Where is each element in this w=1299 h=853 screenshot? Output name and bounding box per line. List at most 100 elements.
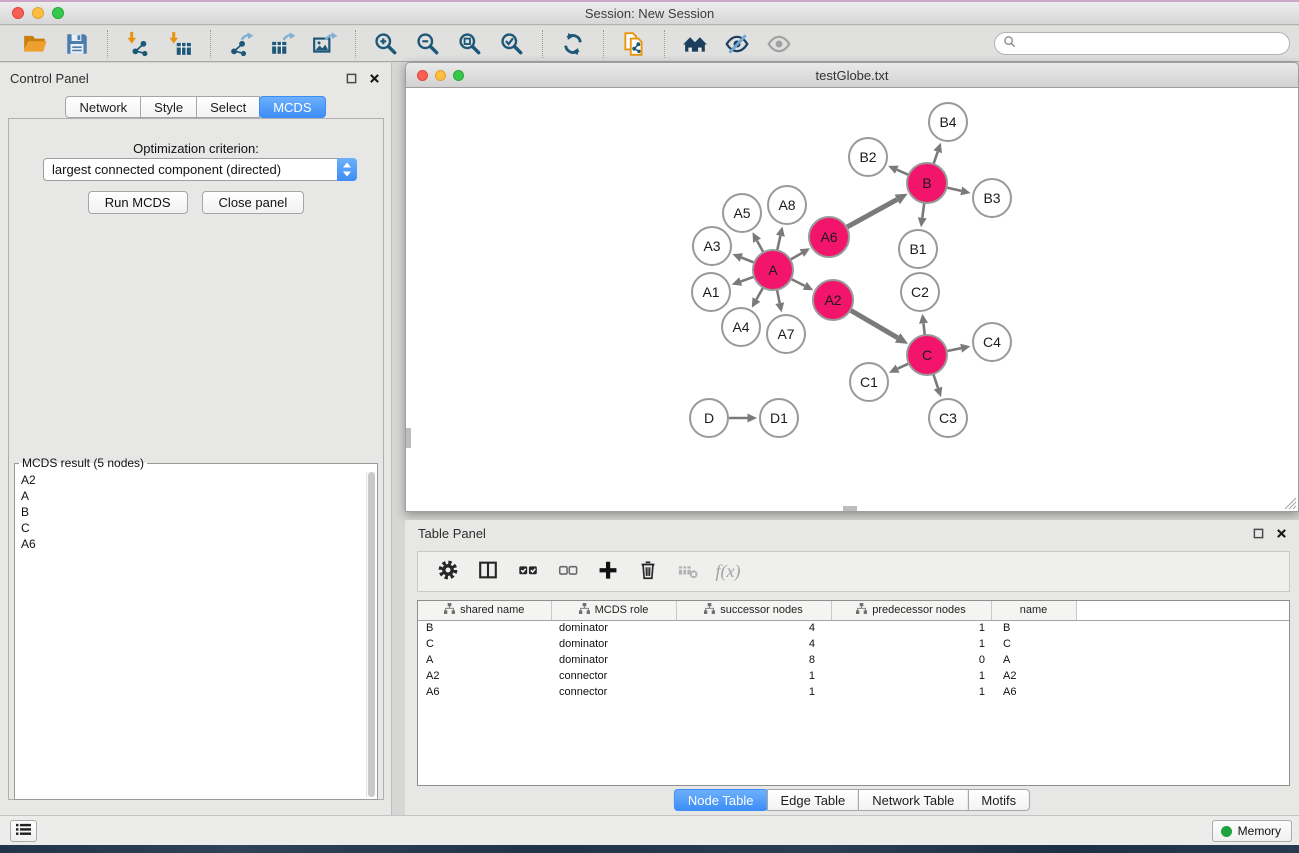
table-panel-float-button[interactable] xyxy=(1252,527,1265,540)
tab-edge-table[interactable]: Edge Table xyxy=(766,789,859,811)
select-all-button[interactable] xyxy=(513,557,543,587)
graph-edge-A-A3[interactable] xyxy=(741,258,754,263)
table-row[interactable]: A2connector11A2 xyxy=(418,668,1289,684)
result-scrollbar[interactable] xyxy=(366,472,375,797)
show-all-button[interactable] xyxy=(763,29,795,59)
graph-node-D1[interactable]: D1 xyxy=(760,399,798,437)
window-resize-grip[interactable] xyxy=(1282,495,1297,510)
graph-node-B[interactable]: B xyxy=(907,163,947,203)
import-network-button[interactable] xyxy=(122,29,154,59)
canvas-vscroll-thumb[interactable] xyxy=(406,428,411,448)
graph-node-C4[interactable]: C4 xyxy=(973,323,1011,361)
create-column-button[interactable] xyxy=(593,557,623,587)
graph-node-C1[interactable]: C1 xyxy=(850,363,888,401)
graph-edge-C-C4[interactable] xyxy=(947,348,962,351)
mcds-result-item[interactable]: A xyxy=(17,488,365,504)
column-organizer-button[interactable] xyxy=(473,557,503,587)
column-header-shared-name[interactable]: shared name xyxy=(418,601,551,620)
graph-node-A2[interactable]: A2 xyxy=(813,280,853,320)
task-history-button[interactable] xyxy=(10,820,37,842)
graph-edge-A-A5[interactable] xyxy=(757,241,763,253)
mcds-result-item[interactable]: B xyxy=(17,504,365,520)
graph-node-D[interactable]: D xyxy=(690,399,728,437)
memory-button[interactable]: Memory xyxy=(1212,820,1292,842)
mcds-result-item[interactable]: C xyxy=(17,520,365,536)
graph-node-A4[interactable]: A4 xyxy=(722,308,760,346)
graph-edge-C-C3[interactable] xyxy=(933,374,938,388)
graph-edge-A-A1[interactable] xyxy=(741,277,755,282)
column-header-MCDS-role[interactable]: MCDS role xyxy=(551,601,676,620)
close-panel-button[interactable]: Close panel xyxy=(202,191,305,214)
graph-node-B3[interactable]: B3 xyxy=(973,179,1011,217)
first-neighbors-button[interactable] xyxy=(679,29,711,59)
deselect-all-button[interactable] xyxy=(553,557,583,587)
graph-node-A1[interactable]: A1 xyxy=(692,273,730,311)
graph-edge-A6-B[interactable] xyxy=(847,199,898,227)
graph-edge-B-B4[interactable] xyxy=(934,152,938,164)
search-field[interactable] xyxy=(994,32,1290,55)
graph-edge-B-B3[interactable] xyxy=(947,188,962,191)
graph-node-B4[interactable]: B4 xyxy=(929,103,967,141)
graph-node-B2[interactable]: B2 xyxy=(849,138,887,176)
table-settings-button[interactable] xyxy=(433,557,463,587)
graph-node-C2[interactable]: C2 xyxy=(901,273,939,311)
graph-edge-A-A7[interactable] xyxy=(777,290,780,304)
delete-column-button[interactable] xyxy=(633,557,663,587)
search-input[interactable] xyxy=(1020,35,1289,53)
zoom-in-button[interactable] xyxy=(370,29,402,59)
table-row[interactable]: Bdominator41B xyxy=(418,620,1289,636)
control-panel-float-button[interactable] xyxy=(345,72,358,85)
graph-edge-A-A8[interactable] xyxy=(777,236,780,251)
refresh-layout-button[interactable] xyxy=(557,29,589,59)
table-row[interactable]: Cdominator41C xyxy=(418,636,1289,652)
export-image-button[interactable] xyxy=(309,29,341,59)
graph-node-B1[interactable]: B1 xyxy=(899,230,937,268)
export-network-button[interactable] xyxy=(225,29,257,59)
table-panel-close-button[interactable] xyxy=(1275,527,1288,540)
graph-edge-B-B2[interactable] xyxy=(897,170,909,175)
graph-node-A[interactable]: A xyxy=(753,250,793,290)
graph-edge-B-B1[interactable] xyxy=(922,203,924,218)
optimization-criterion-select[interactable]: largest connected component (directed) xyxy=(43,158,357,181)
save-session-button[interactable] xyxy=(61,29,93,59)
tab-node-table[interactable]: Node Table xyxy=(674,789,768,811)
zoom-selected-button[interactable] xyxy=(496,29,528,59)
canvas-hscroll-thumb[interactable] xyxy=(843,506,857,511)
graph-edge-A-A2[interactable] xyxy=(791,279,805,286)
graph-edge-A-A4[interactable] xyxy=(756,287,763,299)
network-canvas[interactable]: B4B2BB3A5A8A6B1A3AA1C2A2A4A7C4CC1C3DD1 xyxy=(405,88,1299,512)
graph-node-A3[interactable]: A3 xyxy=(693,227,731,265)
graph-edge-C-C2[interactable] xyxy=(924,323,925,335)
run-mcds-button[interactable]: Run MCDS xyxy=(88,191,188,214)
graph-edge-C-C1[interactable] xyxy=(898,363,909,368)
hide-selected-button[interactable] xyxy=(721,29,753,59)
table-row[interactable]: A6connector11A6 xyxy=(418,684,1289,700)
table-row[interactable]: Adominator80A xyxy=(418,652,1289,668)
column-header-name[interactable]: name xyxy=(991,601,1076,620)
column-header-predecessor-nodes[interactable]: predecessor nodes xyxy=(831,601,991,620)
graph-node-A7[interactable]: A7 xyxy=(767,315,805,353)
tab-motifs[interactable]: Motifs xyxy=(967,789,1030,811)
duplicate-network-button[interactable] xyxy=(618,29,650,59)
mcds-result-item[interactable]: A6 xyxy=(17,536,365,552)
tab-style[interactable]: Style xyxy=(140,96,197,118)
tab-network[interactable]: Network xyxy=(65,96,141,118)
export-table-button[interactable] xyxy=(267,29,299,59)
graph-edge-A-A6[interactable] xyxy=(790,253,802,260)
column-header-successor-nodes[interactable]: successor nodes xyxy=(676,601,831,620)
mcds-result-item[interactable]: A2 xyxy=(17,472,365,488)
graph-node-C3[interactable]: C3 xyxy=(929,399,967,437)
tab-select[interactable]: Select xyxy=(196,96,260,118)
tab-mcds[interactable]: MCDS xyxy=(259,96,325,118)
zoom-fit-button[interactable] xyxy=(454,29,486,59)
control-panel-close-button[interactable] xyxy=(368,72,381,85)
graph-node-A8[interactable]: A8 xyxy=(768,186,806,224)
import-table-button[interactable] xyxy=(164,29,196,59)
graph-node-A5[interactable]: A5 xyxy=(723,194,761,232)
zoom-out-button[interactable] xyxy=(412,29,444,59)
network-window-titlebar[interactable]: testGlobe.txt xyxy=(405,62,1299,88)
graph-edge-A2-C[interactable] xyxy=(850,310,897,338)
open-file-button[interactable] xyxy=(19,29,51,59)
graph-node-C[interactable]: C xyxy=(907,335,947,375)
tab-network-table[interactable]: Network Table xyxy=(858,789,968,811)
